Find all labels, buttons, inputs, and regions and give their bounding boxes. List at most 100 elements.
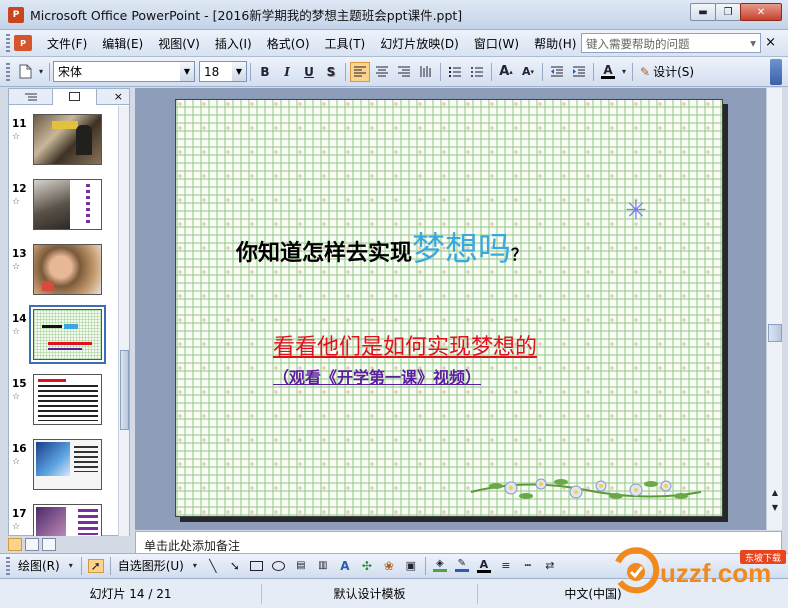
next-slide-button[interactable]: ▼ — [768, 501, 782, 513]
underline-button[interactable]: U — [299, 62, 319, 82]
arrow-style-icon[interactable]: ⇄ — [542, 559, 558, 573]
shadow-button[interactable]: S — [321, 62, 341, 82]
document-close-button[interactable]: × — [765, 35, 776, 50]
slide-preview — [33, 374, 102, 425]
toolbar-grip[interactable] — [6, 62, 10, 81]
separator — [80, 556, 82, 575]
animation-star-icon: ☆ — [12, 197, 21, 207]
slide-thumbnail-11[interactable]: 11 ☆ — [9, 114, 119, 174]
title-bar: P Microsoft Office PowerPoint - [2016新学期… — [0, 0, 788, 30]
align-right-icon[interactable] — [394, 62, 414, 82]
pane-tabs: × — [9, 88, 129, 105]
menu-insert[interactable]: 插入(I) — [208, 35, 260, 52]
fill-color-icon[interactable]: ◈ — [432, 559, 448, 573]
font-name-select[interactable]: 宋体 ▼ — [53, 61, 195, 82]
slide-thumbnail-15[interactable]: 15 ☆ — [9, 374, 119, 434]
align-center-icon[interactable] — [372, 62, 392, 82]
chevron-down-icon[interactable]: ▾ — [750, 36, 756, 50]
slide-purple-text[interactable]: （观看《开学第一课》视频） — [273, 364, 481, 388]
slide-thumbnail-12[interactable]: 12 ☆ — [9, 179, 119, 239]
font-color-icon[interactable]: A — [598, 62, 618, 82]
menu-help[interactable]: 帮助(H) — [527, 35, 584, 52]
separator — [491, 62, 492, 81]
bullet-list-icon[interactable] — [467, 62, 487, 82]
italic-button[interactable]: I — [277, 62, 297, 82]
scrollbar-thumb[interactable] — [120, 350, 129, 430]
menu-tools[interactable]: 工具(T) — [318, 35, 374, 52]
window-title: Microsoft Office PowerPoint - [2016新学期我的… — [30, 8, 463, 23]
align-left-icon[interactable] — [350, 61, 370, 82]
menu-edit[interactable]: 编辑(E) — [95, 35, 151, 52]
current-slide[interactable]: 你知道怎样去实现梦想吗？ ✳ 看看他们是如何实现梦想的 （观看《开学第一课》视频… — [175, 99, 723, 517]
slide-thumbnail-16[interactable]: 16 ☆ — [9, 439, 119, 499]
autoshapes-menu-button[interactable]: 自选图形(U) — [114, 557, 188, 574]
increase-indent-icon[interactable] — [569, 62, 589, 82]
toolbar-grip[interactable] — [6, 34, 10, 52]
slideshow-view-button[interactable] — [42, 537, 56, 551]
slide-preview — [29, 305, 106, 364]
chevron-down-icon[interactable]: ▾ — [37, 62, 45, 82]
font-color-icon[interactable]: A — [476, 559, 492, 573]
normal-view-button[interactable] — [8, 537, 22, 551]
flower-decoration-icon — [470, 478, 702, 499]
oval-tool-icon[interactable] — [271, 559, 287, 573]
slide-scrollbar[interactable]: ▲ ▼ — [766, 88, 782, 530]
vertical-textbox-icon[interactable]: ▥ — [315, 559, 331, 573]
scrollbar-thumb[interactable] — [768, 324, 782, 342]
previous-slide-button[interactable]: ▲ — [768, 486, 782, 498]
line-tool-icon[interactable]: ╲ — [205, 559, 221, 573]
help-search-input[interactable]: 键入需要帮助的问题 ▾ — [581, 33, 761, 53]
rectangle-tool-icon[interactable] — [249, 559, 265, 573]
slide-sorter-view-button[interactable] — [25, 537, 39, 551]
font-size-value: 18 — [204, 64, 220, 79]
increase-font-icon[interactable]: A ▴ — [496, 62, 516, 82]
chevron-down-icon[interactable]: ▼ — [180, 62, 194, 81]
toolbar-options-button[interactable] — [770, 59, 782, 85]
line-color-icon[interactable]: ✎ — [454, 559, 470, 573]
font-size-select[interactable]: 18 ▼ — [199, 61, 247, 82]
slide-preview — [33, 244, 102, 295]
menu-slideshow[interactable]: 幻灯片放映(D) — [373, 35, 467, 52]
menu-format[interactable]: 格式(O) — [260, 35, 318, 52]
slide-thumbnail-17[interactable]: 17 ☆ — [9, 504, 119, 536]
chevron-down-icon[interactable]: ▾ — [191, 559, 199, 573]
close-button[interactable]: ✕ — [740, 3, 782, 21]
line-style-icon[interactable]: ≡ — [498, 559, 514, 573]
decrease-indent-icon[interactable] — [547, 62, 567, 82]
document-icon[interactable]: P — [14, 35, 32, 51]
dash-style-icon[interactable]: ┅ — [520, 559, 536, 573]
slide-red-text[interactable]: 看看他们是如何实现梦想的 — [273, 329, 537, 361]
distribute-icon[interactable] — [416, 62, 436, 82]
minimize-button[interactable]: ▬ — [690, 3, 716, 21]
picture-icon[interactable]: ▣ — [403, 559, 419, 573]
draw-menu-button[interactable]: 绘图(R) — [14, 557, 64, 574]
tab-slides[interactable] — [53, 88, 97, 105]
window-controls: ▬ ❐ ✕ — [690, 3, 782, 21]
slide-preview — [33, 504, 102, 536]
pane-close-button[interactable]: × — [114, 90, 123, 103]
textbox-tool-icon[interactable]: ▤ — [293, 559, 309, 573]
chevron-down-icon[interactable]: ▾ — [620, 62, 628, 82]
thumbnail-scrollbar[interactable] — [118, 106, 129, 536]
menu-view[interactable]: 视图(V) — [151, 35, 208, 52]
restore-button[interactable]: ❐ — [715, 3, 741, 21]
select-pointer-icon[interactable]: ➚ — [87, 558, 104, 573]
new-document-icon[interactable] — [15, 62, 35, 82]
chevron-down-icon[interactable]: ▾ — [67, 559, 75, 573]
decrease-font-icon[interactable]: A ▾ — [518, 62, 538, 82]
clipart-icon[interactable]: ❀ — [381, 559, 397, 573]
menu-window[interactable]: 窗口(W) — [467, 35, 527, 52]
bold-button[interactable]: B — [255, 62, 275, 82]
numbered-list-icon[interactable] — [445, 62, 465, 82]
arrow-tool-icon[interactable]: ➘ — [227, 559, 243, 573]
slide-question-text[interactable]: 你知道怎样去实现梦想吗？ — [236, 222, 527, 270]
chevron-down-icon[interactable]: ▼ — [232, 62, 246, 81]
menu-file[interactable]: 文件(F) — [40, 35, 95, 52]
wordart-icon[interactable]: A — [337, 559, 353, 573]
toolbar-grip[interactable] — [6, 556, 10, 575]
diagram-icon[interactable]: ✣ — [359, 559, 375, 573]
slide-thumbnail-13[interactable]: 13 ☆ — [9, 244, 119, 304]
tab-outline[interactable] — [9, 88, 53, 105]
slide-thumbnail-14[interactable]: 14 ☆ — [9, 305, 119, 369]
design-button[interactable]: ✎ 设计(S) — [636, 63, 698, 80]
